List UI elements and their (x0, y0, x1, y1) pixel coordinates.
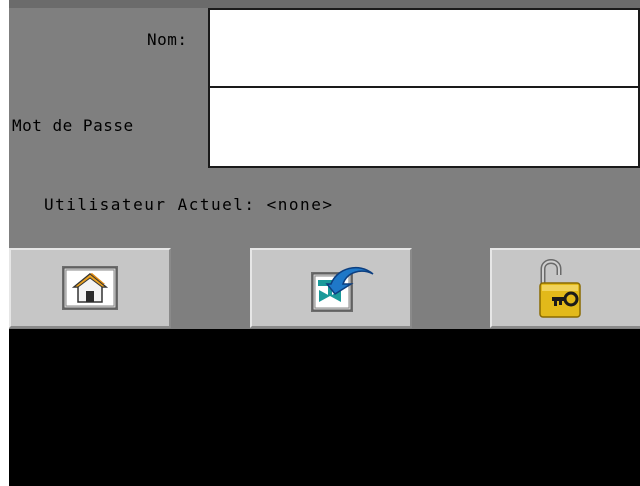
password-input[interactable] (208, 86, 640, 168)
password-label: Mot de Passe (12, 116, 134, 135)
return-button[interactable] (250, 248, 412, 328)
return-icon (311, 266, 374, 312)
panel-top-border (9, 0, 640, 8)
left-frame (0, 0, 9, 486)
name-input[interactable] (208, 8, 640, 88)
home-button[interactable] (9, 248, 171, 328)
unlock-button[interactable] (490, 248, 640, 328)
current-user-status: Utilisateur Actuel: <none> (44, 195, 334, 214)
name-label: Nom: (147, 30, 188, 49)
home-icon (62, 266, 118, 310)
unlock-icon (539, 259, 581, 318)
